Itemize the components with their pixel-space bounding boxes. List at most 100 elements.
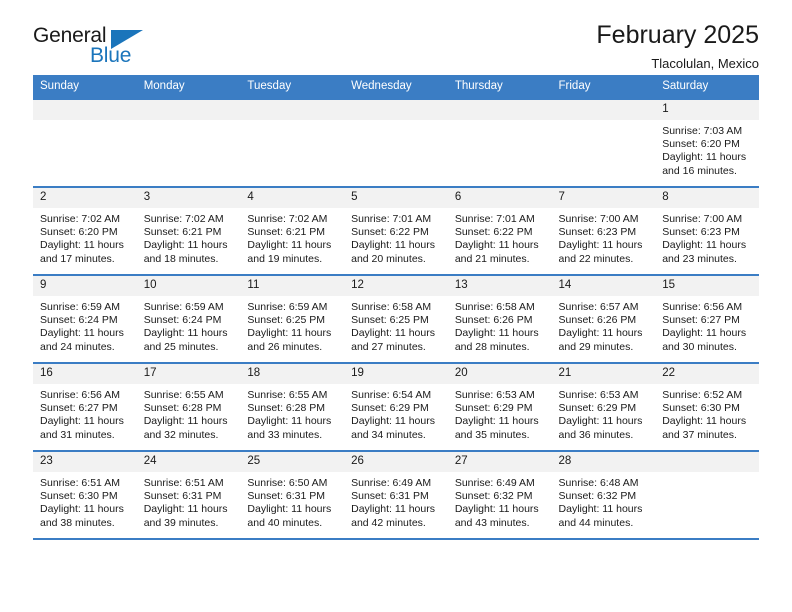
calendar-day-cell[interactable]: 13 Sunrise: 6:58 AM Sunset: 6:26 PM Dayligh… bbox=[447, 274, 552, 363]
day-details: Sunrise: 7:02 AM Sunset: 6:20 PM Daylight:… bbox=[33, 208, 137, 266]
sunset-text: Sunset: 6:32 PM bbox=[454, 490, 533, 503]
sunset-text: Sunset: 6:20 PM bbox=[40, 226, 118, 239]
sunrise-text: Sunrise: 7:03 AM bbox=[662, 125, 743, 137]
daylight-text: Daylight: 11 hours and 33 minutes. bbox=[247, 415, 332, 441]
sunset-text: Sunset: 6:27 PM bbox=[662, 314, 740, 327]
daylight-text: Daylight: 11 hours and 27 minutes. bbox=[351, 327, 435, 353]
sunset-text: Sunset: 6:29 PM bbox=[454, 402, 533, 415]
calendar-day-cell[interactable]: 6 Sunrise: 7:01 AM Sunset: 6:22 PM Daylight… bbox=[447, 186, 552, 275]
calendar-day-cell[interactable]: 10 Sunrise: 6:59 AM Sunset: 6:24 PM Dayligh… bbox=[136, 274, 241, 363]
day-number bbox=[447, 100, 552, 120]
day-details: Sunrise: 6:57 AM Sunset: 6:26 PM Daylight:… bbox=[552, 296, 656, 354]
day-number: 25 bbox=[240, 452, 345, 472]
calendar-page: General Blue February 2025 Tlacolulan, M… bbox=[0, 0, 792, 612]
sunrise-text: Sunrise: 6:59 AM bbox=[143, 301, 224, 313]
day-number: 28 bbox=[551, 452, 656, 472]
day-number: 16 bbox=[33, 364, 137, 384]
calendar-day-cell[interactable]: 27 Sunrise: 6:49 AM Sunset: 6:32 PM Dayligh… bbox=[447, 450, 552, 540]
calendar-day-cell[interactable]: 8 Sunrise: 7:00 AM Sunset: 6:23 PM Daylight… bbox=[655, 186, 759, 275]
calendar-empty-cell bbox=[240, 98, 345, 187]
sunset-text: Sunset: 6:22 PM bbox=[351, 226, 429, 239]
calendar-day-cell[interactable]: 12 Sunrise: 6:58 AM Sunset: 6:25 PM Dayligh… bbox=[344, 274, 448, 363]
day-details: Sunrise: 6:58 AM Sunset: 6:25 PM Daylight:… bbox=[344, 296, 448, 354]
daylight-text: Daylight: 11 hours and 29 minutes. bbox=[558, 327, 643, 353]
sunset-text: Sunset: 6:26 PM bbox=[454, 314, 533, 327]
sunrise-text: Sunrise: 6:49 AM bbox=[454, 477, 535, 489]
day-number: 3 bbox=[136, 188, 241, 208]
daylight-text: Daylight: 11 hours and 24 minutes. bbox=[40, 327, 124, 353]
day-number: 18 bbox=[240, 364, 345, 384]
sunrise-text: Sunrise: 6:51 AM bbox=[40, 477, 120, 489]
calendar-day-cell[interactable]: 18 Sunrise: 6:55 AM Sunset: 6:28 PM Dayligh… bbox=[240, 362, 345, 451]
day-number: 14 bbox=[551, 276, 656, 296]
sunset-text: Sunset: 6:24 PM bbox=[143, 314, 222, 327]
day-details: Sunrise: 6:49 AM Sunset: 6:32 PM Daylight:… bbox=[448, 472, 552, 530]
calendar-day-cell[interactable]: 24 Sunrise: 6:51 AM Sunset: 6:31 PM Dayligh… bbox=[136, 450, 241, 540]
calendar-day-cell[interactable]: 1 Sunrise: 7:03 AM Sunset: 6:20 PM Daylight… bbox=[655, 98, 759, 187]
calendar-day-cell[interactable]: 25 Sunrise: 6:50 AM Sunset: 6:31 PM Dayligh… bbox=[240, 450, 345, 540]
day-number: 12 bbox=[344, 276, 448, 296]
day-details: Sunrise: 6:56 AM Sunset: 6:27 PM Daylight:… bbox=[655, 296, 759, 354]
day-details: Sunrise: 6:51 AM Sunset: 6:31 PM Daylight:… bbox=[137, 472, 241, 530]
sunset-text: Sunset: 6:25 PM bbox=[351, 314, 429, 327]
daylight-text: Daylight: 11 hours and 39 minutes. bbox=[143, 503, 228, 529]
calendar-day-cell[interactable]: 28 Sunrise: 6:48 AM Sunset: 6:32 PM Dayligh… bbox=[551, 450, 656, 540]
calendar-day-cell[interactable]: 9 Sunrise: 6:59 AM Sunset: 6:24 PM Daylight… bbox=[33, 274, 137, 363]
title-block: February 2025 Tlacolulan, Mexico bbox=[596, 22, 759, 72]
sunset-text: Sunset: 6:30 PM bbox=[662, 402, 740, 415]
calendar-day-cell[interactable]: 15 Sunrise: 6:56 AM Sunset: 6:27 PM Dayligh… bbox=[655, 274, 759, 363]
weekday-header-wednesday: Wednesday bbox=[344, 75, 448, 99]
sunset-text: Sunset: 6:29 PM bbox=[558, 402, 637, 415]
sunrise-text: Sunrise: 6:58 AM bbox=[351, 301, 432, 313]
calendar-week-row: 2 Sunrise: 7:02 AM Sunset: 6:20 PM Daylight… bbox=[33, 186, 759, 275]
calendar-day-cell[interactable]: 26 Sunrise: 6:49 AM Sunset: 6:31 PM Dayligh… bbox=[344, 450, 448, 540]
calendar-day-cell[interactable]: 5 Sunrise: 7:01 AM Sunset: 6:22 PM Daylight… bbox=[344, 186, 448, 275]
calendar-day-cell[interactable]: 2 Sunrise: 7:02 AM Sunset: 6:20 PM Daylight… bbox=[33, 186, 137, 275]
calendar-day-cell[interactable]: 14 Sunrise: 6:57 AM Sunset: 6:26 PM Dayligh… bbox=[551, 274, 656, 363]
sunrise-text: Sunrise: 6:53 AM bbox=[454, 389, 535, 401]
calendar-grid: Sunday Monday Tuesday Wednesday Thursday… bbox=[33, 75, 759, 540]
calendar-empty-cell bbox=[33, 98, 137, 187]
calendar-day-cell[interactable]: 21 Sunrise: 6:53 AM Sunset: 6:29 PM Dayligh… bbox=[551, 362, 656, 451]
calendar-day-cell[interactable]: 17 Sunrise: 6:55 AM Sunset: 6:28 PM Dayligh… bbox=[136, 362, 241, 451]
daylight-text: Daylight: 11 hours and 21 minutes. bbox=[454, 239, 539, 265]
sunrise-text: Sunrise: 7:00 AM bbox=[558, 213, 639, 225]
daylight-text: Daylight: 11 hours and 44 minutes. bbox=[558, 503, 643, 529]
day-details: Sunrise: 7:00 AM Sunset: 6:23 PM Daylight:… bbox=[552, 208, 656, 266]
sunset-text: Sunset: 6:23 PM bbox=[558, 226, 637, 239]
daylight-text: Daylight: 11 hours and 22 minutes. bbox=[558, 239, 643, 265]
calendar-week-row: 9 Sunrise: 6:59 AM Sunset: 6:24 PM Daylight… bbox=[33, 274, 759, 363]
calendar-body: 1 Sunrise: 7:03 AM Sunset: 6:20 PM Daylight… bbox=[33, 98, 759, 540]
sunset-text: Sunset: 6:29 PM bbox=[351, 402, 429, 415]
day-number bbox=[551, 100, 656, 120]
calendar-day-cell[interactable]: 16 Sunrise: 6:56 AM Sunset: 6:27 PM Dayligh… bbox=[33, 362, 137, 451]
calendar-day-cell[interactable]: 19 Sunrise: 6:54 AM Sunset: 6:29 PM Dayligh… bbox=[344, 362, 448, 451]
sunrise-text: Sunrise: 7:02 AM bbox=[247, 213, 328, 225]
weekday-header-tuesday: Tuesday bbox=[240, 75, 345, 99]
sunrise-text: Sunrise: 6:59 AM bbox=[247, 301, 328, 313]
sunrise-text: Sunrise: 6:58 AM bbox=[454, 301, 535, 313]
sunset-text: Sunset: 6:31 PM bbox=[143, 490, 222, 503]
calendar-day-cell[interactable]: 20 Sunrise: 6:53 AM Sunset: 6:29 PM Dayligh… bbox=[447, 362, 552, 451]
calendar-day-cell[interactable]: 23 Sunrise: 6:51 AM Sunset: 6:30 PM Dayligh… bbox=[33, 450, 137, 540]
general-blue-logo: General Blue bbox=[33, 24, 153, 70]
calendar-day-cell[interactable]: 22 Sunrise: 6:52 AM Sunset: 6:30 PM Dayligh… bbox=[655, 362, 759, 451]
day-details: Sunrise: 6:48 AM Sunset: 6:32 PM Daylight:… bbox=[552, 472, 656, 530]
calendar-day-cell[interactable]: 7 Sunrise: 7:00 AM Sunset: 6:23 PM Daylight… bbox=[551, 186, 656, 275]
day-number: 22 bbox=[655, 364, 759, 384]
day-number: 4 bbox=[240, 188, 345, 208]
day-number: 15 bbox=[655, 276, 759, 296]
sunrise-text: Sunrise: 6:49 AM bbox=[351, 477, 432, 489]
day-number bbox=[136, 100, 241, 120]
calendar-day-cell[interactable]: 3 Sunrise: 7:02 AM Sunset: 6:21 PM Daylight… bbox=[136, 186, 241, 275]
sunset-text: Sunset: 6:24 PM bbox=[40, 314, 118, 327]
daylight-text: Daylight: 11 hours and 43 minutes. bbox=[454, 503, 539, 529]
calendar-day-cell[interactable]: 11 Sunrise: 6:59 AM Sunset: 6:25 PM Dayligh… bbox=[240, 274, 345, 363]
weekday-header-sunday: Sunday bbox=[33, 75, 137, 99]
sunset-text: Sunset: 6:21 PM bbox=[247, 226, 326, 239]
sunrise-text: Sunrise: 7:01 AM bbox=[454, 213, 535, 225]
sunset-text: Sunset: 6:21 PM bbox=[143, 226, 222, 239]
daylight-text: Daylight: 11 hours and 23 minutes. bbox=[662, 239, 747, 265]
day-number: 6 bbox=[447, 188, 552, 208]
calendar-day-cell[interactable]: 4 Sunrise: 7:02 AM Sunset: 6:21 PM Daylight… bbox=[240, 186, 345, 275]
